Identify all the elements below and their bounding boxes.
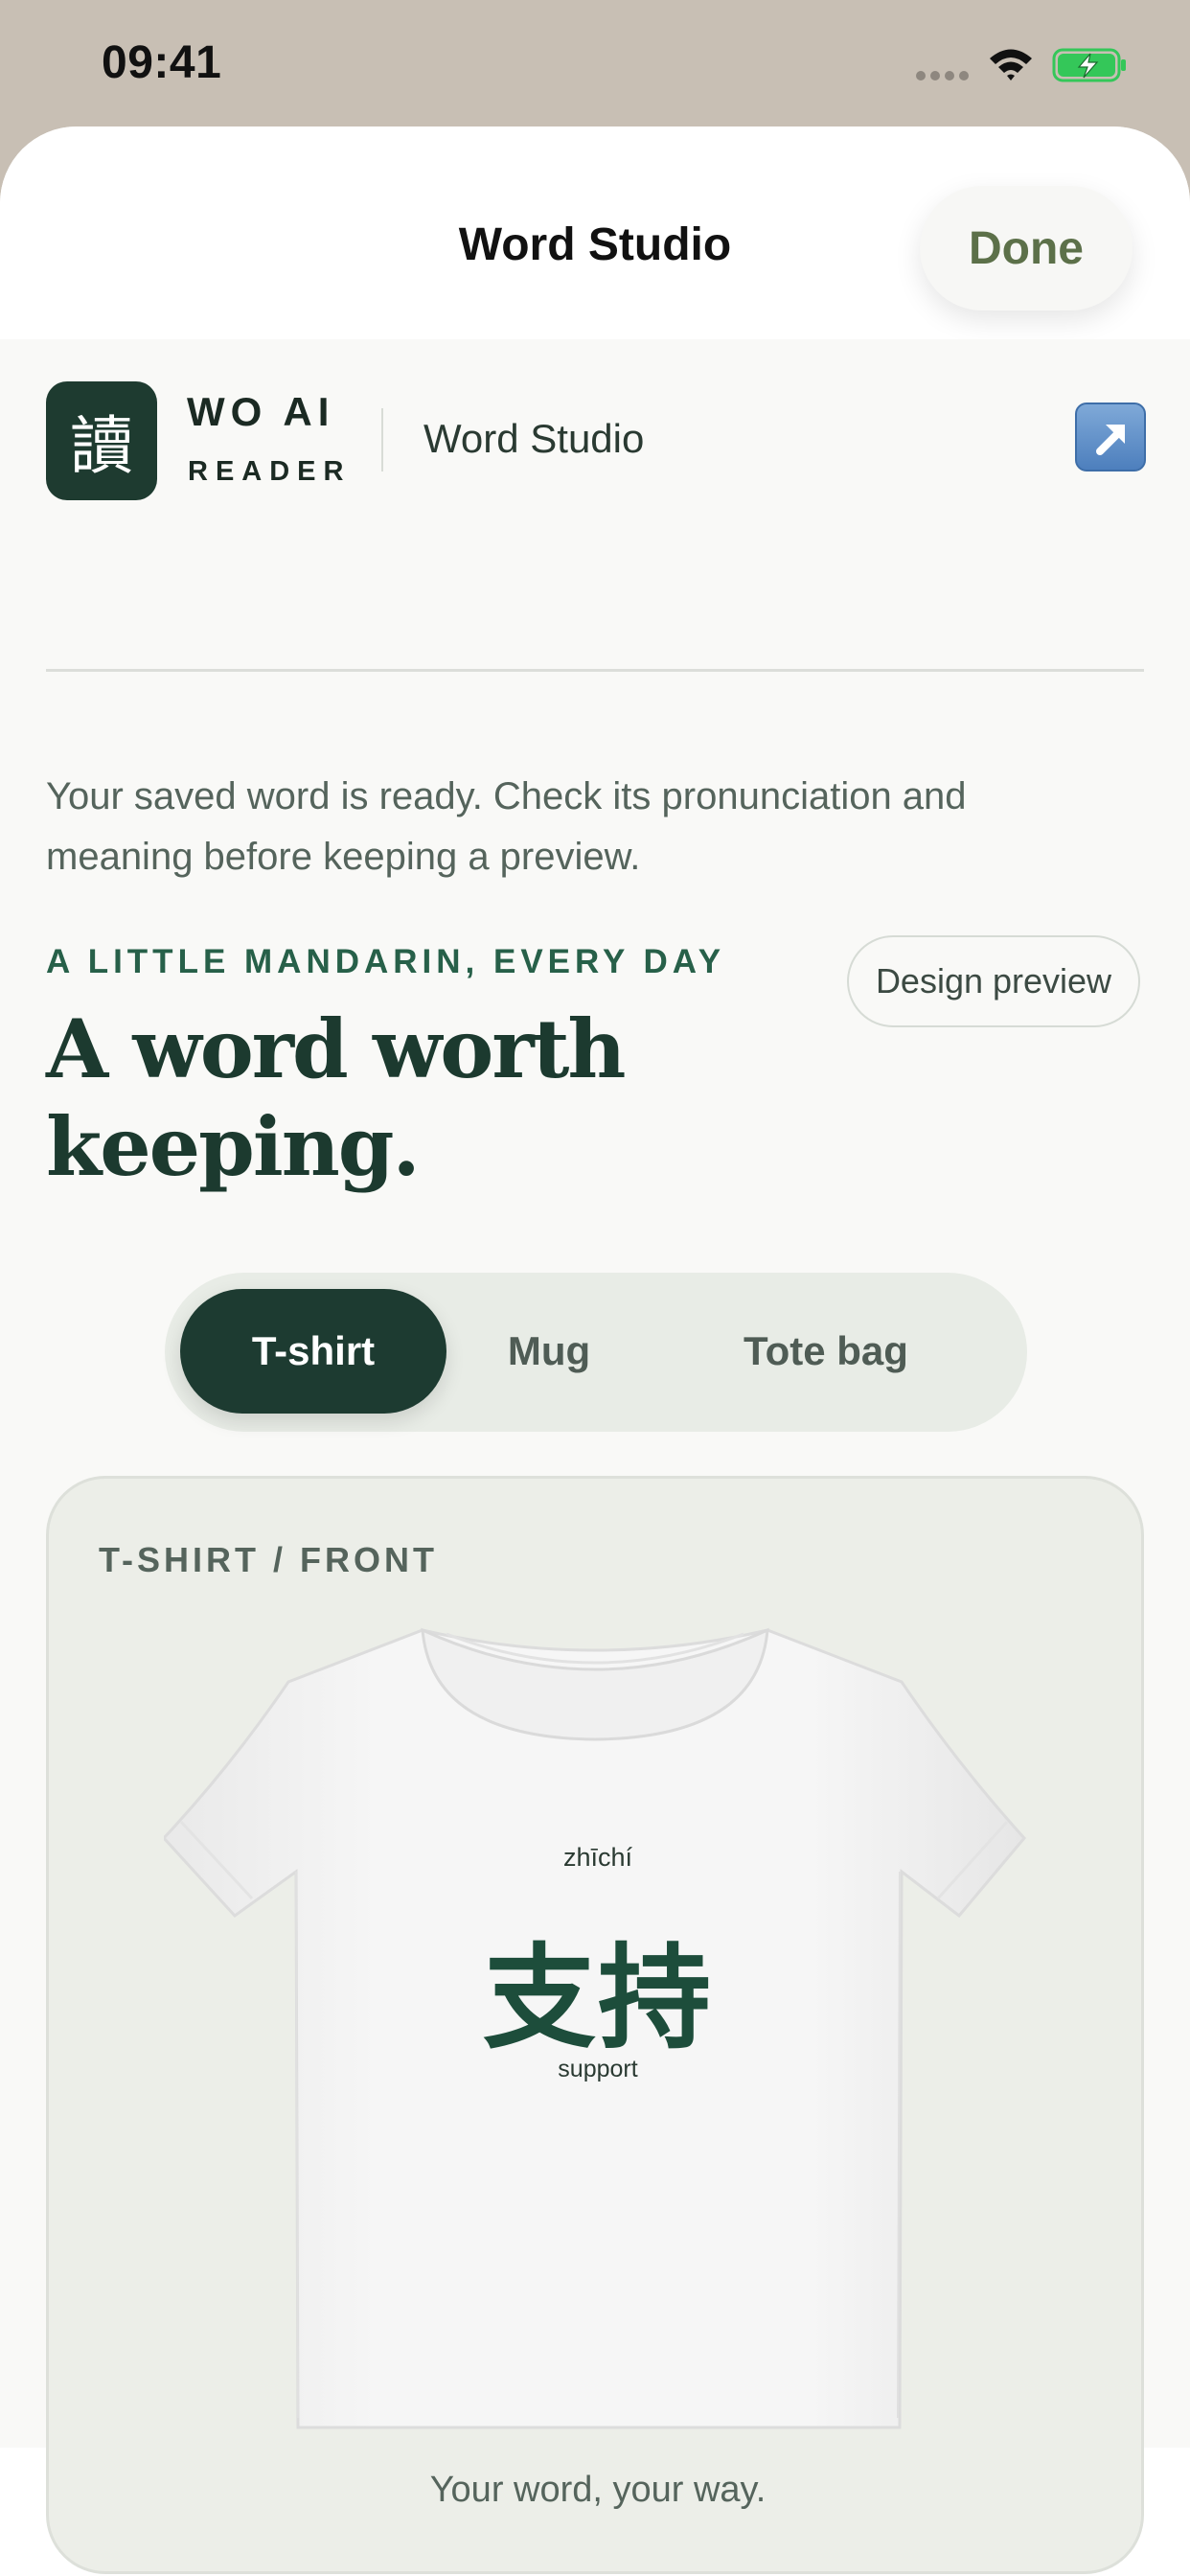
brand-subtitle: READER	[188, 456, 352, 487]
intro-text: Your saved word is ready. Check its pron…	[46, 775, 967, 878]
battery-charging-icon	[1052, 48, 1126, 82]
wifi-icon	[990, 49, 1032, 80]
brand-divider	[381, 408, 383, 472]
status-bar: 09:41	[0, 0, 1190, 126]
sheet-header: Word Studio Done	[0, 126, 1190, 339]
arrow-up-right-icon	[1096, 425, 1125, 455]
product-preview-card: T-SHIRT / FRONT zhīchí 支持 support Your w…	[46, 1476, 1144, 2574]
kicker: A LITTLE MANDARIN, EVERY DAY	[46, 943, 726, 980]
app-logo: 讀	[46, 381, 157, 500]
product-type-selector: T-shirt Mug Tote bag	[165, 1273, 1027, 1432]
tab-t-shirt[interactable]: T-shirt	[180, 1289, 446, 1414]
design-preview-button[interactable]: Design preview	[847, 935, 1140, 1027]
sheet-content: 讀 WO AI READER Word Studio Your saved wo…	[0, 339, 1190, 2574]
brand-name: WO AI	[187, 389, 335, 434]
external-link-icon[interactable]	[1075, 402, 1146, 472]
signal-dots-icon	[916, 71, 970, 80]
tab-mug[interactable]: Mug	[473, 1289, 625, 1414]
brand-section-label: Word Studio	[423, 416, 645, 461]
print-meaning: support	[558, 2056, 638, 2082]
tab-tote-bag[interactable]: Tote bag	[701, 1289, 950, 1414]
headline: A word worth keeping.	[46, 1001, 626, 1194]
print-pinyin: zhīchí	[562, 1843, 633, 1872]
preview-view-label: T-SHIRT / FRONT	[99, 1540, 438, 1579]
status-time: 09:41	[102, 37, 222, 88]
divider	[46, 669, 1144, 672]
done-button[interactable]: Done	[920, 186, 1133, 310]
card-caption: Your word, your way.	[429, 2470, 767, 2510]
word-studio-sheet: Word Studio Done 讀 WO AI READER Word Stu…	[0, 126, 1190, 2576]
print-hanzi: 支持	[482, 1932, 713, 2064]
